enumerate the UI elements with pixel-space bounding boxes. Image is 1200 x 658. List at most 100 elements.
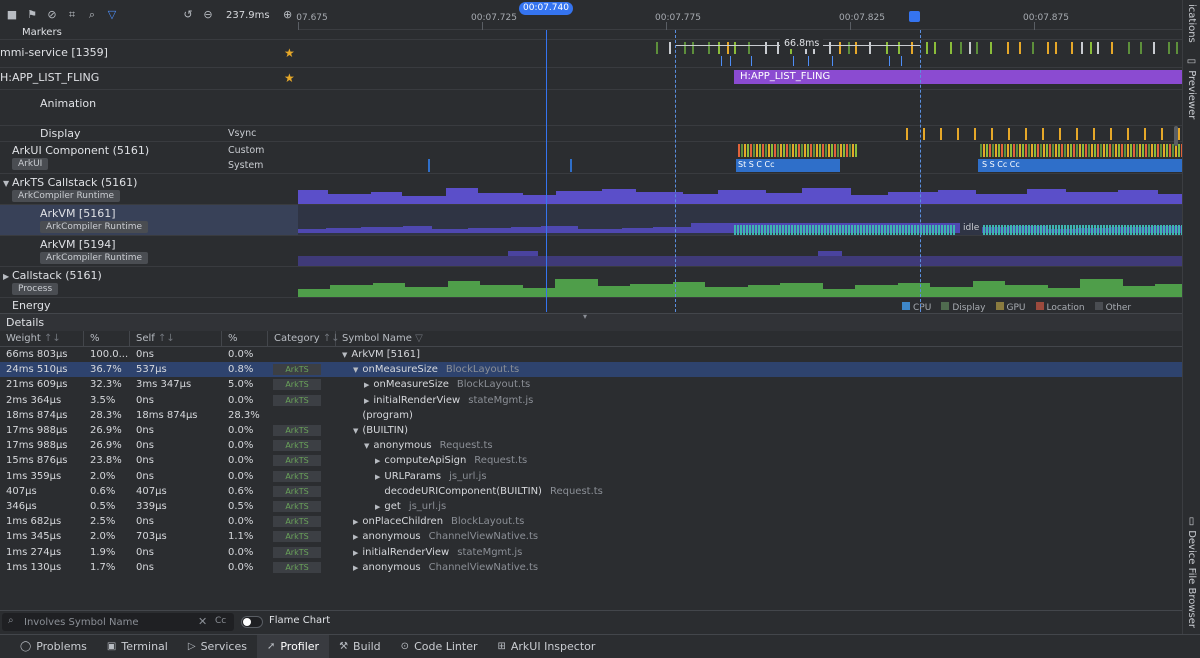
- range-end-line[interactable]: [920, 30, 921, 312]
- arkvm-5194-row[interactable]: ArkVM [5194] ArkCompiler Runtime: [0, 236, 298, 267]
- previewer-tab[interactable]: ▭ Previewer: [1186, 56, 1197, 119]
- range-flag-icon[interactable]: [909, 11, 920, 22]
- zoom-out-icon[interactable]: ⊖: [202, 9, 214, 21]
- collapse-icon[interactable]: ▼: [364, 442, 369, 450]
- expand-icon[interactable]: ▶: [364, 397, 369, 405]
- expand-icon[interactable]: ▶: [353, 533, 358, 541]
- symbol-cell: ▼ onMeasureSize BlockLayout.ts: [353, 362, 519, 377]
- flag-icon[interactable]: ⚑: [26, 9, 38, 21]
- tab-build[interactable]: ⚒ Build: [329, 635, 391, 658]
- custom-mark: [1037, 144, 1039, 157]
- custom-mark: [738, 144, 740, 157]
- column-symbol-name[interactable]: Symbol Name ▽: [336, 331, 1182, 347]
- column-weight[interactable]: Weight ↑↓: [0, 331, 84, 347]
- table-row[interactable]: 21ms 609μs 32.3% 3ms 347μs 5.0% ArkTS ▶ onMeas…: [0, 377, 1182, 392]
- expand-icon[interactable]: ▶: [353, 518, 358, 526]
- cancel-icon[interactable]: ⊘: [46, 9, 58, 21]
- custom-mark: [1046, 144, 1048, 157]
- device-file-browser-tab[interactable]: ▯ Device File Browser: [1186, 516, 1197, 628]
- symbol-cell: ▶ anonymous ChannelViewNative.ts: [353, 560, 538, 575]
- table-row[interactable]: 24ms 510μs 36.7% 537μs 0.8% ArkTS ▼ onMeasureS…: [0, 362, 1182, 378]
- flame-chart-toggle[interactable]: [241, 616, 263, 628]
- track-scrollbar[interactable]: [1174, 126, 1178, 146]
- collapse-icon[interactable]: ▼: [3, 179, 9, 188]
- time-cursor-line[interactable]: [546, 30, 547, 312]
- system-block[interactable]: S S Cc Cc: [978, 159, 1182, 172]
- search-icon[interactable]: ⌕: [86, 9, 98, 21]
- arkvm-mark: [1073, 225, 1075, 235]
- match-case-toggle[interactable]: Cc: [215, 616, 226, 626]
- table-row[interactable]: 1ms 359μs 2.0% 0ns 0.0% ArkTS ▶ URLParams js_ur…: [0, 469, 1182, 484]
- filter-icon[interactable]: ▽: [106, 9, 118, 21]
- service-mark: [1055, 42, 1057, 54]
- system-block[interactable]: St S C Cc: [736, 159, 840, 172]
- column-self-percent[interactable]: %: [222, 331, 268, 347]
- display-row[interactable]: Display Vsync: [0, 126, 298, 142]
- cell-w: 24ms 510μs: [6, 364, 68, 376]
- table-row[interactable]: 66ms 803μs 100.0... 0ns 0.0% ▼ ArkVM [5161]: [0, 347, 1182, 362]
- expand-icon[interactable]: ▶: [364, 381, 369, 389]
- expand-icon[interactable]: ▶: [375, 457, 380, 465]
- callstack-sample: [1080, 279, 1123, 297]
- search-input[interactable]: [24, 615, 194, 629]
- arkvm-mark: [740, 225, 742, 235]
- table-row[interactable]: 1ms 130μs 1.7% 0ns 0.0% ArkTS ▶ anonymous Chann…: [0, 560, 1182, 575]
- arkts-row[interactable]: ▼ ArkTS Callstack (5161) ArkCompiler Run…: [0, 174, 298, 205]
- column-weight-percent[interactable]: %: [84, 331, 130, 347]
- expand-icon[interactable]: ▶: [353, 564, 358, 572]
- tick-line: [850, 22, 851, 30]
- table-row[interactable]: 407μs0.6%407μs0.6%ArkTS▶decodeURICompone…: [0, 484, 1182, 499]
- reset-icon[interactable]: ↺: [182, 9, 194, 21]
- service-mark: [793, 56, 794, 66]
- table-row[interactable]: 2ms 364μs 3.5% 0ns 0.0% ArkTS ▶ initialRenderV…: [0, 393, 1182, 408]
- timeline-ruler[interactable]: 07.675 00:07.725 00:07.775 00:07.825 00:…: [296, 0, 1182, 30]
- tab-code-linter[interactable]: ⊙ Code Linter: [391, 635, 488, 658]
- stop-icon[interactable]: ■: [6, 9, 18, 21]
- clear-icon[interactable]: ✕: [198, 615, 207, 628]
- crop-icon[interactable]: ⌗: [66, 9, 78, 21]
- animation-row[interactable]: Animation: [0, 90, 298, 126]
- table-row[interactable]: 17ms 988μs 26.9% 0ns 0.0% ArkTS ▼ anonymous Req…: [0, 438, 1182, 453]
- tab-services[interactable]: ▷ Services: [178, 635, 257, 658]
- expand-icon[interactable]: ▶: [3, 272, 9, 281]
- tab-arkui-inspector[interactable]: ⊞ ArkUI Inspector: [487, 635, 605, 658]
- table-row[interactable]: 1ms 274μs 1.9% 0ns 0.0% ArkTS ▶ initialRenderV…: [0, 545, 1182, 560]
- expand-icon[interactable]: ▶: [375, 503, 380, 511]
- splitter-handle-icon[interactable]: ▾: [583, 312, 587, 321]
- service-row[interactable]: mmi-service [1359] ★: [0, 40, 298, 68]
- collapse-icon[interactable]: ▼: [342, 351, 347, 359]
- fling-bar[interactable]: H:APP_LIST_FLING: [734, 70, 1182, 84]
- flame-chart-label: Flame Chart: [269, 615, 331, 626]
- table-row[interactable]: 17ms 988μs 26.9% 0ns 0.0% ArkTS ▼ (BUILTIN): [0, 423, 1182, 438]
- tab-problems[interactable]: ◯ Problems: [10, 635, 97, 658]
- tab-terminal[interactable]: ▣ Terminal: [97, 635, 178, 658]
- star-icon[interactable]: ★: [284, 71, 295, 85]
- collapse-icon[interactable]: ▼: [353, 427, 358, 435]
- star-icon[interactable]: ★: [284, 46, 295, 60]
- tab-profiler[interactable]: ➚ Profiler: [256, 634, 330, 658]
- notifications-tab[interactable]: ications: [1186, 4, 1197, 43]
- fling-row[interactable]: H:APP_LIST_FLING ★: [0, 68, 298, 90]
- collapse-icon[interactable]: ▼: [353, 366, 358, 374]
- custom-mark: [1169, 144, 1171, 157]
- column-category[interactable]: Category ↑↓: [268, 331, 340, 347]
- timeline-tracks[interactable]: 66.8ms H:APP_LIST_FLING St S C Cc S S Cc…: [298, 30, 1182, 312]
- zoom-in-icon[interactable]: ⊕: [282, 9, 294, 21]
- arkui-row[interactable]: ArkUI Component (5161) ArkUI Custom Syst…: [0, 142, 298, 174]
- energy-row[interactable]: Energy: [0, 298, 298, 312]
- arkvm-mark: [1118, 225, 1120, 235]
- arkvm-5161-row[interactable]: ArkVM [5161] ArkCompiler Runtime: [0, 205, 298, 236]
- expand-icon[interactable]: ▶: [375, 473, 380, 481]
- table-row[interactable]: 346μs 0.5% 339μs 0.5% ArkTS ▶ get js_url.js: [0, 499, 1182, 514]
- column-self[interactable]: Self ↑↓: [130, 331, 222, 347]
- table-row[interactable]: 1ms 682μs 2.5% 0ns 0.0% ArkTS ▶ onPlaceChildre…: [0, 514, 1182, 529]
- callstack-row[interactable]: ▶ Callstack (5161) Process: [0, 267, 298, 298]
- vsync-mark: [1161, 128, 1163, 140]
- table-row[interactable]: 1ms 345μs 2.0% 703μs 1.1% ArkTS ▶ anonymous Cha…: [0, 529, 1182, 544]
- table-row[interactable]: 18ms 874μs 28.3% 18ms 874μs 28.3% ▶(program): [0, 408, 1182, 423]
- table-row[interactable]: 15ms 876μs 23.8% 0ns 0.0% ArkTS ▶ computeApiSi…: [0, 453, 1182, 468]
- expand-icon[interactable]: ▶: [353, 549, 358, 557]
- cursor-time-badge[interactable]: 00:07.740: [519, 2, 573, 15]
- custom-mark: [1160, 144, 1162, 157]
- range-start-line[interactable]: [675, 30, 676, 312]
